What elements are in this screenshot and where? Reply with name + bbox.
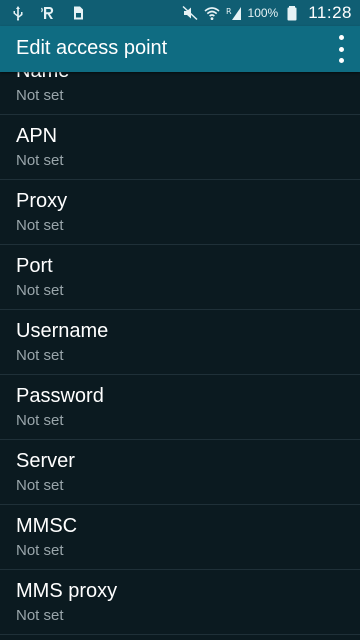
more-options-button[interactable] [336, 35, 346, 63]
pref-item-mmsc[interactable]: MMSC Not set [0, 505, 360, 570]
status-icons-left [10, 4, 86, 22]
battery-icon [284, 5, 300, 21]
sim-card-icon [70, 5, 86, 21]
usb-icon [10, 5, 26, 21]
pref-title: Username [16, 320, 109, 342]
pref-summary: Not set [16, 412, 64, 429]
page-title: Edit access point [16, 37, 168, 59]
pref-summary: Not set [16, 152, 64, 169]
pref-title: MMSC [16, 515, 78, 537]
pref-summary: Not set [16, 347, 64, 364]
more-vert-icon [338, 35, 344, 40]
pref-item-mms-proxy[interactable]: MMS proxy Not set [0, 570, 360, 635]
pref-item-name[interactable]: Name Not set [0, 72, 360, 115]
pref-title: Port [16, 255, 53, 277]
pref-item-username[interactable]: Username Not set [0, 310, 360, 375]
pref-title: Server [16, 450, 75, 472]
action-bar: Edit access point [0, 26, 360, 72]
screen: R 100% 11:28 Edit access point Name Not … [0, 0, 360, 640]
clock: 11:28 [308, 3, 352, 22]
pref-title: Name [16, 72, 69, 83]
wifi-icon [203, 5, 220, 21]
settings-list-content: Name Not set APN Not set Proxy Not set P… [0, 72, 360, 635]
pref-summary: Not set [16, 217, 64, 234]
status-icons-right: R 100% 11:28 [182, 2, 352, 24]
pref-summary: Not set [16, 282, 64, 299]
pref-summary: Not set [16, 542, 64, 559]
pref-summary: Not set [16, 607, 64, 624]
pref-item-server[interactable]: Server Not set [0, 440, 360, 505]
pref-summary: Not set [16, 477, 64, 494]
mute-icon [182, 5, 198, 21]
pref-item-password[interactable]: Password Not set [0, 375, 360, 440]
signal-icon: R [226, 5, 242, 21]
pref-item-port[interactable]: Port Not set [0, 245, 360, 310]
settings-list[interactable]: Name Not set APN Not set Proxy Not set P… [0, 72, 360, 640]
pref-title: Password [16, 385, 104, 407]
pref-title: APN [16, 125, 58, 147]
svg-text:R: R [226, 7, 232, 16]
pref-summary: Not set [16, 87, 64, 104]
battery-percentage: 100% [247, 6, 279, 20]
pref-title: Proxy [16, 190, 68, 212]
pref-item-proxy[interactable]: Proxy Not set [0, 180, 360, 245]
pref-item-apn[interactable]: APN Not set [0, 115, 360, 180]
pref-title: MMS proxy [16, 580, 118, 602]
r-icon [40, 5, 56, 21]
status-bar: R 100% 11:28 [0, 0, 360, 26]
